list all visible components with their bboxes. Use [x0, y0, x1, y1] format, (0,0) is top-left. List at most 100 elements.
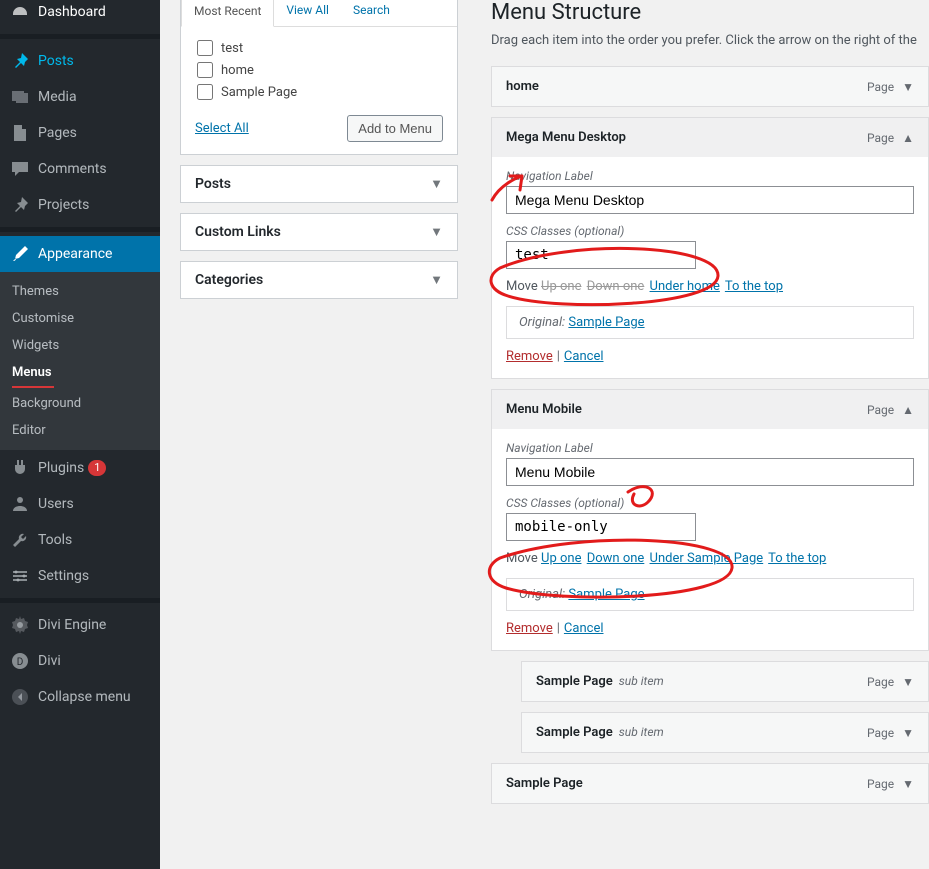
sub-item-tag: sub item — [619, 674, 664, 688]
sub-item-tag: sub item — [619, 725, 664, 739]
dashboard-icon — [10, 2, 30, 22]
sidebar-item-divi-engine[interactable]: Divi Engine — [0, 607, 160, 643]
move-up-link[interactable]: Up one — [541, 551, 581, 566]
sidebar-item-posts[interactable]: Posts — [0, 43, 160, 79]
move-top-link[interactable]: To the top — [725, 279, 783, 294]
select-all-link[interactable]: Select All — [195, 121, 249, 136]
menu-structure-helper: Drag each item into the order you prefer… — [491, 33, 929, 48]
menu-item-title: Sample Page — [506, 776, 583, 791]
menu-item-handle[interactable]: Sample Page Page▼ — [491, 763, 929, 804]
panel-head-custom-links[interactable]: Custom Links ▼ — [181, 214, 457, 250]
tab-view-all[interactable]: View All — [274, 0, 341, 26]
tab-search[interactable]: Search — [341, 0, 402, 26]
tab-most-recent[interactable]: Most Recent — [181, 0, 274, 27]
sidebar-item-media[interactable]: Media — [0, 79, 160, 115]
remove-row: Remove|Cancel — [506, 621, 914, 636]
panel-title: Categories — [195, 272, 263, 288]
move-row: Move Up one Down one Under home To the t… — [506, 279, 914, 294]
menu-item-handle[interactable]: Menu Mobile Page▲ — [491, 389, 929, 429]
sidebar-item-tools[interactable]: Tools — [0, 522, 160, 558]
page-checkbox-item[interactable]: Sample Page — [197, 81, 441, 103]
add-items-column: Most Recent View All Search test home Sa… — [180, 0, 458, 869]
submenu-menus[interactable]: Menus — [0, 359, 160, 386]
sidebar-item-projects[interactable]: Projects — [0, 187, 160, 223]
gear-icon — [10, 615, 30, 635]
panel-head-posts[interactable]: Posts ▼ — [181, 166, 457, 202]
menu-item-handle[interactable]: Sample Pagesub item Page▼ — [521, 661, 929, 702]
original-link[interactable]: Sample Page — [568, 315, 644, 330]
sidebar-label: Divi Engine — [38, 617, 106, 633]
nav-label-input[interactable] — [506, 186, 914, 214]
chevron-down-icon: ▼ — [902, 80, 914, 94]
sidebar-label: Plugins — [38, 460, 84, 476]
menu-item-handle[interactable]: Mega Menu Desktop Page▲ — [491, 117, 929, 157]
menu-item-handle[interactable]: home Page▼ — [491, 66, 929, 107]
sidebar-item-dashboard[interactable]: Dashboard — [0, 0, 160, 30]
panel-head-categories[interactable]: Categories ▼ — [181, 262, 457, 298]
panel-categories: Categories ▼ — [180, 261, 458, 299]
chevron-down-icon: ▼ — [430, 272, 443, 288]
move-under-link[interactable]: Under home — [650, 279, 720, 294]
sidebar-item-collapse[interactable]: Collapse menu — [0, 679, 160, 715]
sidebar-item-plugins[interactable]: Plugins 1 — [0, 450, 160, 486]
remove-link[interactable]: Remove — [506, 349, 553, 364]
chevron-down-icon: ▼ — [902, 777, 914, 791]
checkbox[interactable] — [197, 84, 213, 100]
svg-text:D: D — [17, 657, 24, 668]
plugin-update-badge: 1 — [88, 460, 106, 476]
sidebar-item-pages[interactable]: Pages — [0, 115, 160, 151]
original-box: Original: Sample Page — [506, 306, 914, 339]
comment-icon — [10, 159, 30, 179]
menu-item-sample-page-sub: Sample Pagesub item Page▼ — [521, 661, 929, 702]
checkbox[interactable] — [197, 40, 213, 56]
collapse-icon — [10, 687, 30, 707]
sidebar-label: Projects — [38, 197, 89, 213]
move-up-link: Up one — [541, 279, 581, 294]
sidebar-item-users[interactable]: Users — [0, 486, 160, 522]
move-row: Move Up one Down one Under Sample Page T… — [506, 551, 914, 566]
sidebar-item-comments[interactable]: Comments — [0, 151, 160, 187]
pages-tabs: Most Recent View All Search — [181, 0, 457, 27]
original-label: Original: — [519, 315, 565, 330]
css-classes-caption: CSS Classes (optional) — [506, 496, 914, 510]
move-down-link: Down one — [587, 279, 645, 294]
add-to-menu-button[interactable]: Add to Menu — [347, 115, 443, 142]
menu-structure-column: Menu Structure Drag each item into the o… — [458, 0, 929, 869]
page-checkbox-item[interactable]: home — [197, 59, 441, 81]
move-top-link[interactable]: To the top — [768, 551, 826, 566]
menu-item-title: Mega Menu Desktop — [506, 130, 626, 145]
chevron-down-icon: ▼ — [430, 176, 443, 192]
brush-icon — [10, 244, 30, 264]
original-label: Original: — [519, 587, 565, 602]
move-down-link[interactable]: Down one — [587, 551, 645, 566]
css-classes-input[interactable] — [506, 513, 696, 541]
sidebar-item-appearance[interactable]: Appearance — [0, 236, 160, 272]
cancel-link[interactable]: Cancel — [564, 349, 604, 364]
panel-title: Posts — [195, 176, 231, 192]
page-checkbox-item[interactable]: test — [197, 37, 441, 59]
menu-item-handle[interactable]: Sample Pagesub item Page▼ — [521, 712, 929, 753]
submenu-themes[interactable]: Themes — [0, 278, 160, 305]
cancel-link[interactable]: Cancel — [564, 621, 604, 636]
remove-link[interactable]: Remove — [506, 621, 553, 636]
submenu-customise[interactable]: Customise — [0, 305, 160, 332]
menu-item-home: home Page▼ — [491, 66, 929, 107]
sidebar-label: Settings — [38, 568, 89, 584]
submenu-editor[interactable]: Editor — [0, 417, 160, 444]
submenu-widgets[interactable]: Widgets — [0, 332, 160, 359]
nav-label-input[interactable] — [506, 458, 914, 486]
css-classes-input[interactable] — [506, 241, 696, 269]
admin-sidebar: Dashboard Posts Media Pages Comments Pro… — [0, 0, 160, 869]
submenu-background[interactable]: Background — [0, 390, 160, 417]
sidebar-item-divi[interactable]: D Divi — [0, 643, 160, 679]
panel-posts: Posts ▼ — [180, 165, 458, 203]
checkbox[interactable] — [197, 62, 213, 78]
page-item-label: home — [221, 63, 254, 78]
menu-item-body: Navigation Label CSS Classes (optional) … — [491, 429, 929, 651]
chevron-down-icon: ▼ — [430, 224, 443, 240]
original-link[interactable]: Sample Page — [568, 587, 644, 602]
sidebar-item-settings[interactable]: Settings — [0, 558, 160, 594]
move-under-link[interactable]: Under Sample Page — [650, 551, 764, 566]
sidebar-label: Appearance — [38, 246, 112, 262]
page-icon — [10, 123, 30, 143]
